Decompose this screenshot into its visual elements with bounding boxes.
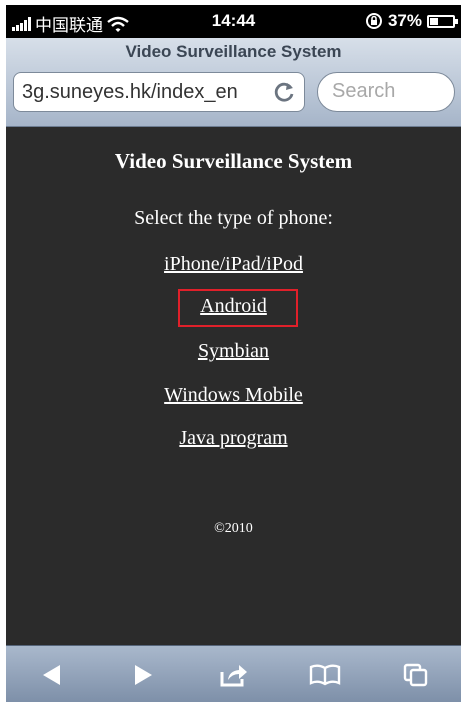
status-bar: 中国联通 14:44 37% <box>6 5 461 38</box>
content-heading: Video Surveillance System <box>114 149 353 173</box>
link-iphone[interactable]: iPhone/iPad/iPod <box>6 253 461 276</box>
rotation-lock-icon <box>365 13 382 29</box>
page-content: Video Surveillance System Select the typ… <box>6 127 461 644</box>
share-icon <box>220 664 247 686</box>
page-title: Video Surveillance System <box>125 42 342 61</box>
browser-toolbar <box>6 645 461 702</box>
link-symbian[interactable]: Symbian <box>6 340 461 363</box>
search-field[interactable] <box>317 72 455 112</box>
copyright: ©2010 <box>214 521 253 536</box>
search-input[interactable] <box>332 80 442 103</box>
phone-screen: 中国联通 14:44 37% Video Surveillance System… <box>6 5 461 702</box>
pages-icon <box>403 663 427 686</box>
battery-percent: 37% <box>387 11 422 30</box>
link-java-program[interactable]: Java program <box>6 427 461 450</box>
browser-chrome: Video Surveillance System 3g.suneyes.hk/… <box>6 38 461 127</box>
bookmarks-icon <box>309 664 340 685</box>
status-right: 37% <box>365 11 458 31</box>
highlight-box <box>178 289 298 327</box>
battery-icon <box>427 14 458 28</box>
link-windows-mobile[interactable]: Windows Mobile <box>6 384 461 407</box>
address-bar[interactable]: 3g.suneyes.hk/index_en <box>13 72 305 112</box>
back-button[interactable] <box>32 657 72 693</box>
pages-button[interactable] <box>396 657 436 693</box>
forward-icon <box>134 664 152 685</box>
share-button[interactable] <box>214 657 254 693</box>
reload-icon[interactable] <box>272 79 298 105</box>
forward-button[interactable] <box>123 657 163 693</box>
back-icon <box>42 664 60 685</box>
bookmarks-button[interactable] <box>305 657 345 693</box>
content-subheading: Select the type of phone: <box>134 207 333 229</box>
url-text: 3g.suneyes.hk/index_en <box>22 81 238 103</box>
